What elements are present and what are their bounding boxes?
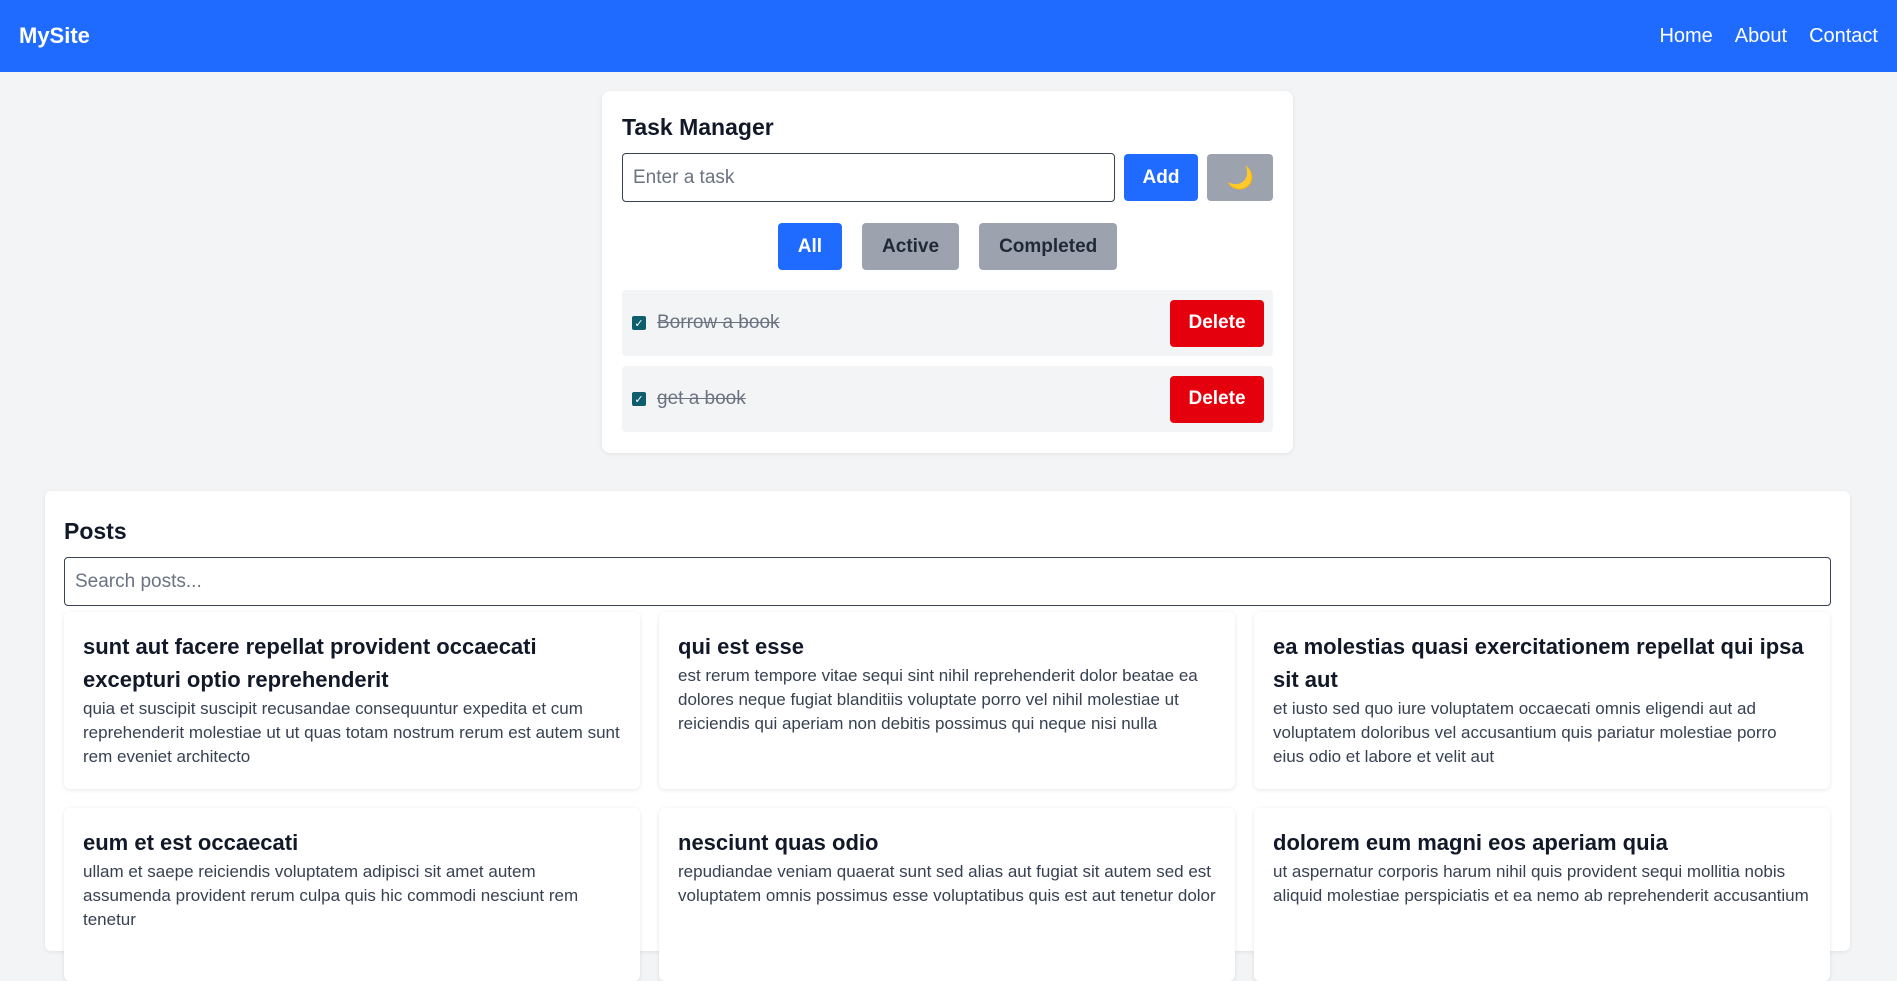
theme-toggle-button[interactable]: 🌙 bbox=[1207, 154, 1273, 201]
filter-completed-button[interactable]: Completed bbox=[979, 223, 1118, 270]
add-task-button[interactable]: Add bbox=[1123, 154, 1199, 201]
task-checkbox[interactable]: ✓ bbox=[632, 392, 646, 406]
post-body: ullam et saepe reiciendis voluptatem adi… bbox=[83, 862, 579, 929]
post-title: ea molestias quasi exercitationem repell… bbox=[1273, 634, 1804, 692]
filter-all-button[interactable]: All bbox=[777, 223, 843, 270]
delete-task-button[interactable]: Delete bbox=[1170, 299, 1264, 347]
post-body: repudiandae veniam quaerat sunt sed alia… bbox=[678, 862, 1216, 905]
posts-title: Posts bbox=[64, 518, 127, 544]
task-text: get a book bbox=[657, 388, 746, 409]
posts-grid: sunt aut facere repellat provident occae… bbox=[64, 612, 1831, 981]
post-title: nesciunt quas odio bbox=[678, 830, 879, 855]
post-body: est rerum tempore vitae sequi sint nihil… bbox=[678, 666, 1198, 733]
post-title: eum et est occaecati bbox=[83, 830, 299, 855]
post-card: nesciunt quas odio repudiandae veniam qu… bbox=[659, 808, 1235, 981]
nav-link-contact[interactable]: Contact bbox=[1809, 25, 1878, 48]
post-card: eum et est occaecati ullam et saepe reic… bbox=[64, 808, 640, 981]
moon-icon: 🌙 bbox=[1226, 164, 1254, 190]
post-title: qui est esse bbox=[678, 634, 804, 659]
filter-active-button[interactable]: Active bbox=[862, 223, 960, 270]
task-list: ✓ Borrow a book Delete ✓ get a book Dele… bbox=[622, 290, 1273, 432]
task-item: ✓ get a book Delete bbox=[622, 366, 1273, 432]
top-navbar: MySite Home About Contact bbox=[0, 0, 1897, 72]
task-manager-card: Task Manager Add 🌙 All Active Completed … bbox=[602, 91, 1293, 453]
site-brand[interactable]: MySite bbox=[19, 23, 90, 49]
delete-task-button[interactable]: Delete bbox=[1170, 375, 1264, 423]
nav-link-home[interactable]: Home bbox=[1659, 25, 1712, 48]
post-card: ea molestias quasi exercitationem repell… bbox=[1254, 612, 1830, 789]
post-card: qui est esse est rerum tempore vitae seq… bbox=[659, 612, 1235, 789]
search-posts-input[interactable] bbox=[64, 557, 1831, 606]
post-body: quia et suscipit suscipit recusandae con… bbox=[83, 699, 620, 766]
nav-links: Home About Contact bbox=[1659, 25, 1878, 48]
task-input[interactable] bbox=[622, 153, 1115, 202]
posts-section: Posts sunt aut facere repellat provident… bbox=[45, 491, 1850, 981]
post-card: dolorem eum magni eos aperiam quia ut as… bbox=[1254, 808, 1830, 981]
post-body: et iusto sed quo iure voluptatem occaeca… bbox=[1273, 699, 1777, 766]
post-body: ut aspernatur corporis harum nihil quis … bbox=[1273, 862, 1809, 905]
post-card: sunt aut facere repellat provident occae… bbox=[64, 612, 640, 789]
post-title: sunt aut facere repellat provident occae… bbox=[83, 634, 537, 692]
task-item: ✓ Borrow a book Delete bbox=[622, 290, 1273, 356]
task-checkbox[interactable]: ✓ bbox=[632, 316, 646, 330]
task-manager-title: Task Manager bbox=[622, 114, 774, 140]
task-input-row: Add 🌙 bbox=[622, 153, 1273, 202]
post-title: dolorem eum magni eos aperiam quia bbox=[1273, 830, 1668, 855]
nav-link-about[interactable]: About bbox=[1735, 25, 1787, 48]
task-filters: All Active Completed bbox=[622, 223, 1273, 270]
task-text: Borrow a book bbox=[657, 312, 780, 333]
